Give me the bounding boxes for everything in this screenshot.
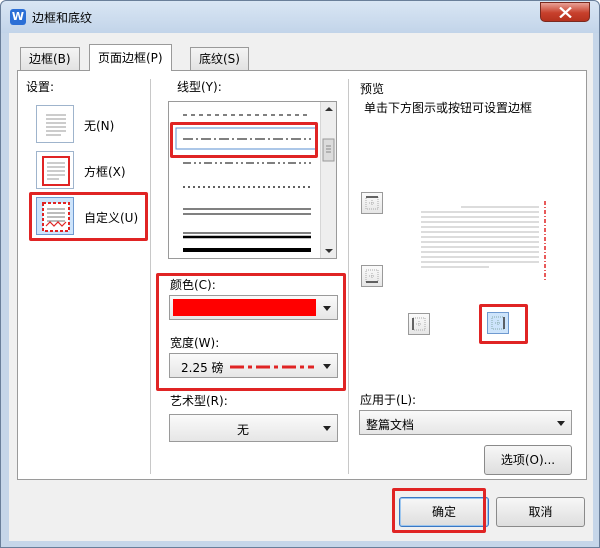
preview-hint: 单击下方图示或按钮可设置边框 [364,101,533,115]
apply-to-select[interactable]: 整篇文档 [359,410,572,435]
title-bar[interactable]: W 边框和底纹 [1,1,599,33]
chevron-down-icon [557,421,565,426]
art-select[interactable]: 无 [169,414,338,442]
options-button[interactable]: 选项(O)... [484,445,572,475]
top-border-button[interactable] [361,192,383,214]
line-style-label: 线型(Y): [177,80,222,94]
border-box-icon [42,156,70,186]
dialog-body: 边框(B) 页面边框(P) 底纹(S) 设置: 无(N) 方框(X) 自定义(U… [9,33,593,541]
window-title: 边框和底纹 [32,11,93,25]
border-left-icon [412,317,426,331]
settings-heading: 设置: [26,80,55,94]
right-border-highlight-box [479,304,528,344]
art-value: 无 [237,423,250,437]
column-divider [348,79,349,474]
tab-borders[interactable]: 边框(B) [20,47,80,70]
left-border-button[interactable] [408,313,430,335]
chevron-down-icon [323,426,331,431]
setting-box-label[interactable]: 方框(X) [84,163,126,180]
preview-heading: 预览 [360,82,385,96]
apply-to-label: 应用于(L): [360,393,417,407]
setting-box-button[interactable] [36,151,74,189]
border-bottom-icon [365,269,379,283]
color-width-highlight-box [156,273,346,391]
dialog-window: W 边框和底纹 边框(B) 页面边框(P) 底纹(S) 设置: 无(N) 方框(… [0,0,600,548]
tab-shading[interactable]: 底纹(S) [190,47,249,70]
art-label: 艺术型(R): [170,394,228,408]
preview-page [421,201,546,281]
ok-highlight-box [392,488,486,533]
setting-none-button[interactable] [36,105,74,143]
border-none-icon [46,114,66,136]
wps-app-icon: W [10,9,26,25]
bottom-border-button[interactable] [361,265,383,287]
column-divider [150,79,151,474]
scroll-arrows-icon [322,107,335,253]
close-icon [559,7,572,18]
setting-none-label[interactable]: 无(N) [84,117,114,134]
cancel-button[interactable]: 取消 [496,497,585,527]
line-style-scrollbar[interactable] [320,102,336,258]
line-style-highlight-box [170,122,318,158]
close-button[interactable] [540,2,590,22]
border-top-icon [365,196,379,210]
tab-page-borders[interactable]: 页面边框(P) [89,44,172,71]
custom-highlight-box [29,192,148,241]
apply-to-value: 整篇文档 [366,418,415,432]
